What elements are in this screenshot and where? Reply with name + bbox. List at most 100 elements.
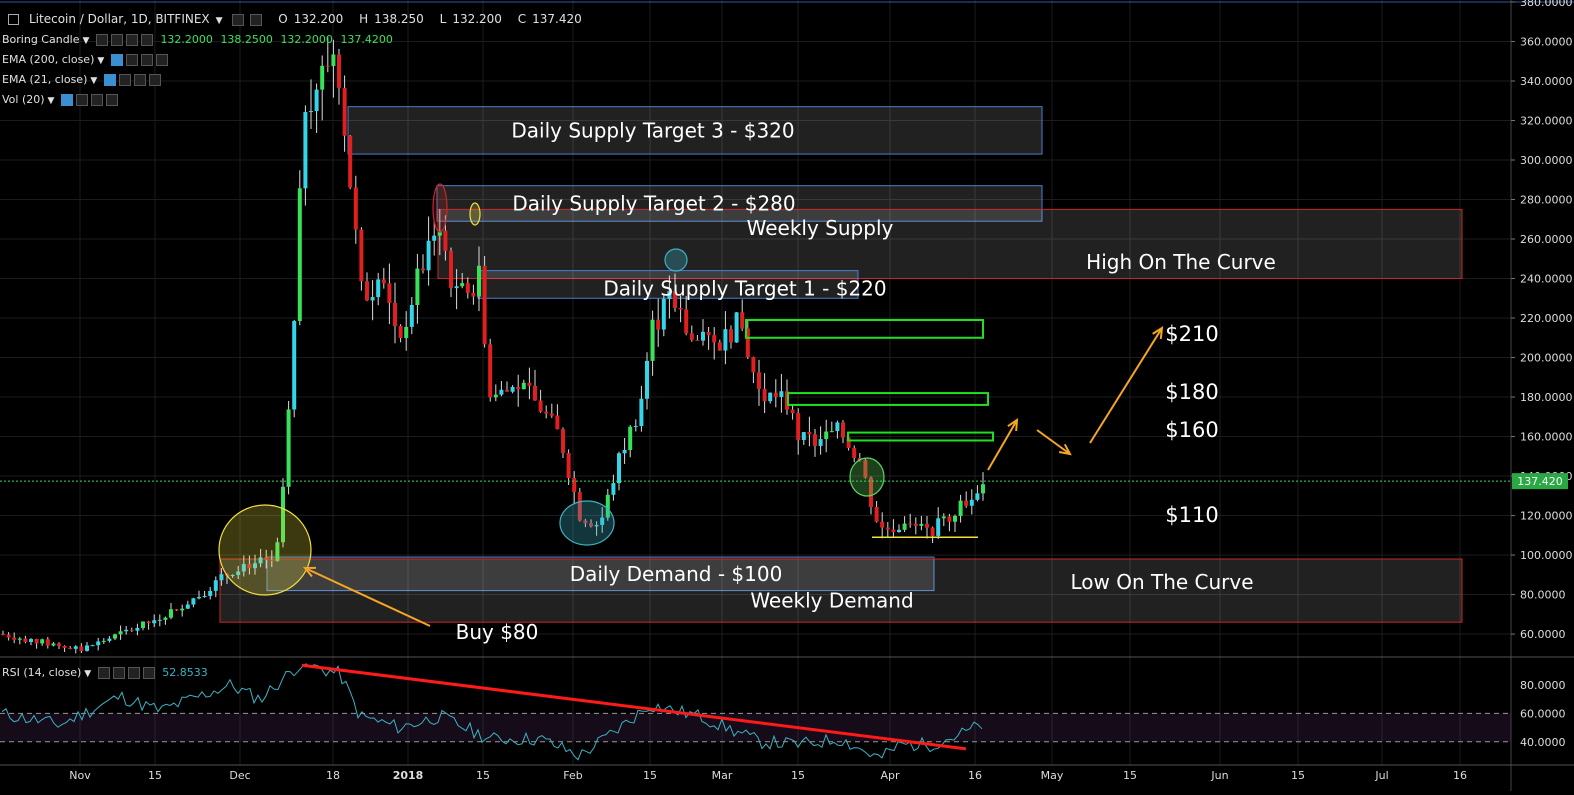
settings-icon[interactable] [250,13,263,26]
add-icon[interactable] [140,54,153,66]
candle-body [135,627,140,631]
indicator-row-boring-candle[interactable]: Boring Candle ▼ 132.2000 138.2500 132.200… [2,31,393,49]
eye-icon[interactable] [110,54,123,66]
lock-icon[interactable] [125,34,138,46]
candle-body [381,279,386,284]
price-tick-label: 160.0000 [1520,431,1573,444]
candle-body [96,641,101,646]
candle-body [40,639,45,644]
settings-icon[interactable] [118,74,131,86]
price-tick-label: 280.0000 [1520,194,1573,207]
chevron-down-icon[interactable]: ▼ [216,16,223,26]
candle-body [376,279,381,298]
candle-body [544,411,549,414]
settings-icon[interactable] [110,34,123,46]
chevron-down-icon[interactable]: ▼ [48,96,55,106]
chevron-down-icon[interactable]: ▼ [84,669,91,679]
collapse-icon[interactable] [8,14,19,25]
time-tick-label: Jul [1374,769,1388,782]
price-chart-svg[interactable]: Daily Supply Target 3 - $320 Daily Supply… [0,0,1574,791]
candle-body [936,518,941,536]
candle-body [320,65,325,90]
highlight-ellipse [664,248,688,272]
indicator-row-ema-21[interactable]: EMA (21, close) ▼ [2,71,161,89]
candle-body [740,312,745,329]
add-icon[interactable] [133,74,146,86]
close-icon[interactable] [155,54,168,66]
zone-label: Weekly Demand [750,589,913,613]
candle-body [622,450,627,454]
candle-body [370,297,375,301]
indicator-row-ema-200[interactable]: EMA (200, close) ▼ [2,51,168,69]
add-icon[interactable] [90,94,103,106]
candle-body [656,319,661,330]
candle-body [790,409,795,414]
candle-body [953,515,957,522]
candle-body [57,643,61,647]
candle-body [572,478,577,493]
candle-body [208,590,213,596]
candle-body [191,598,196,605]
candle-body [398,325,403,338]
indicator-name[interactable]: Boring Candle [2,33,80,46]
zone-label: Daily Supply Target 1 - $220 [603,276,886,300]
candle-body [493,394,498,398]
symbol-title[interactable]: Litecoin / Dollar, 1D, BITFINEX [29,12,210,26]
chevron-down-icon[interactable]: ▼ [83,36,90,46]
candle-body [488,344,493,398]
chevron-down-icon[interactable]: ▼ [90,76,97,86]
add-icon[interactable] [127,667,140,679]
symbol-row[interactable]: Litecoin / Dollar, 1D, BITFINEX ▼ O 132.20… [2,10,582,28]
eye-icon[interactable] [95,34,108,46]
candle-body [365,281,369,301]
candle-body [723,329,728,351]
candle-body [684,309,689,334]
candle-body [897,529,901,533]
price-tick-label: 80.0000 [1520,589,1566,602]
chart-area[interactable]: Daily Supply Target 3 - $320 Daily Supply… [0,0,1574,791]
close-icon[interactable] [148,74,161,86]
candle-body [835,422,840,432]
candle-body [499,389,504,395]
candle-body [729,329,733,343]
candle-body [174,609,179,611]
close-icon[interactable] [142,667,155,679]
settings-icon[interactable] [75,94,88,106]
time-tick-label: Jun [1210,769,1228,782]
target-price-label: $160 [1165,418,1218,442]
buy-label: Buy $80 [456,620,539,644]
candle-body [964,500,969,506]
candle-body [393,302,397,326]
time-tick-label: 15 [148,769,162,782]
indicator-row-rsi[interactable]: RSI (14, close) ▼ 52.8533 [2,664,208,682]
eye-icon[interactable] [60,94,73,106]
candle-body [650,319,655,361]
candle-body [62,646,67,648]
price-tick-label: 60.0000 [1520,628,1566,641]
close-icon[interactable] [105,94,118,106]
time-tick-label: 2018 [393,769,424,782]
rsi-tick-label: 40.0000 [1520,736,1566,749]
close-icon[interactable] [140,34,153,46]
settings-icon[interactable] [112,667,125,679]
price-tick-label: 220.0000 [1520,312,1573,325]
candle-body [45,639,50,646]
candle-body [124,629,129,632]
candle-body [717,342,722,351]
rsi-tick-label: 60.0000 [1520,707,1566,720]
candle-body [309,111,313,113]
eye-icon[interactable] [97,667,110,679]
eye-icon[interactable] [103,74,116,86]
candle-body [118,631,123,635]
high-curve-label: High On The Curve [1086,250,1276,274]
eye-icon[interactable] [232,13,245,26]
time-tick-label: 15 [1291,769,1305,782]
chevron-down-icon[interactable]: ▼ [97,56,104,66]
candle-body [197,597,201,599]
indicator-row-volume[interactable]: Vol (20) ▼ [2,91,118,109]
candle-body [443,230,448,251]
candle-body [925,523,929,528]
time-tick-label: Apr [880,769,900,782]
candle-body [113,634,117,639]
settings-icon[interactable] [125,54,138,66]
